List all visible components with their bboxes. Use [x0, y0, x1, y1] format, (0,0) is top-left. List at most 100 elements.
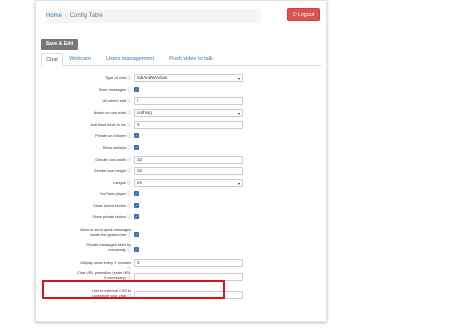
- field-label: Show rooms button ⓘ: [93, 203, 131, 209]
- checkbox[interactable]: ✓: [134, 214, 139, 219]
- form-row-url-where-edit: Url where edit ⓘ /: [36, 97, 326, 106]
- text-input[interactable]: 0: [134, 121, 243, 129]
- checkbox-wrapper: ✓: [134, 191, 139, 196]
- field-label-text: Anti flood timer in ms: [90, 123, 126, 127]
- field-label-text: Chat URL protection (enter URL if necess…: [77, 271, 131, 280]
- checkbox-wrapper: ✓: [134, 87, 139, 92]
- form-row-action-on-rule-exist: Action on rule exist ⓘ nothing ▾: [36, 109, 326, 118]
- logout-button[interactable]: ⏻Logout: [287, 8, 320, 21]
- breadcrumb-separator: /: [65, 13, 67, 19]
- question-circle-icon[interactable]: ⓘ: [126, 203, 131, 208]
- question-circle-icon[interactable]: ⓘ: [126, 110, 131, 115]
- checkbox-wrapper: ✓: [134, 203, 139, 208]
- form-row-gender-icon-width: Gender icon width ⓘ 32: [36, 156, 326, 165]
- form-row-youtube-player: YouTube player ⓘ ✓: [36, 190, 326, 199]
- tab-webcam[interactable]: Webcam: [65, 53, 95, 65]
- checkbox[interactable]: ✓: [134, 203, 139, 208]
- tab-chat[interactable]: Chat: [41, 53, 63, 66]
- question-circle-icon[interactable]: ⓘ: [126, 232, 131, 237]
- field-label-text: Gender icon width: [95, 158, 126, 162]
- question-circle-icon[interactable]: ⓘ: [126, 133, 131, 138]
- question-circle-icon[interactable]: ⓘ: [126, 157, 131, 162]
- select-field[interactable]: tabAndWindow ▾: [134, 74, 243, 82]
- tab-bar: Chat Webcam Users management Push video …: [41, 53, 321, 66]
- select-wrapper: tabAndWindow ▾: [134, 74, 243, 82]
- tab-users-management[interactable]: Users management: [100, 53, 160, 65]
- checkbox-wrapper: ✓: [134, 145, 139, 150]
- field-label: Type of chat ⓘ: [105, 75, 131, 81]
- checkbox[interactable]: ✓: [134, 145, 139, 150]
- question-circle-icon[interactable]: ⓘ: [126, 87, 131, 92]
- breadcrumb-home-link[interactable]: Home: [46, 13, 62, 19]
- field-value: tabAndWindow: [137, 75, 168, 80]
- question-circle-icon[interactable]: ⓘ: [126, 214, 131, 219]
- field-label: Anti flood timer in ms ⓘ: [90, 122, 131, 128]
- field-label-text: YouTube player: [99, 192, 126, 196]
- question-circle-icon[interactable]: ⓘ: [126, 145, 131, 150]
- select-field[interactable]: en ▾: [134, 179, 243, 187]
- question-circle-icon[interactable]: ⓘ: [126, 180, 131, 185]
- question-circle-icon[interactable]: ⓘ: [127, 265, 131, 270]
- text-input[interactable]: /: [134, 97, 243, 105]
- field-label-text: Private messages seen by everybody: [86, 243, 131, 252]
- field-label-text: Url where edit: [102, 99, 126, 103]
- field-value: en: [137, 180, 143, 185]
- field-label: Private messages seen by everybody ⓘ: [76, 243, 131, 252]
- form-row-show-smileys: Show smileys ⓘ ✓: [36, 144, 326, 153]
- form-row-anti-flood-timer-in-ms: Anti flood timer in ms ⓘ 0: [36, 121, 326, 130]
- form-row-private-messages-seen-by-everybody: Private messages seen by everybody ⓘ ✓: [36, 243, 326, 256]
- checkbox[interactable]: ✓: [134, 232, 139, 237]
- input-wrapper: 0: [134, 121, 243, 129]
- question-circle-icon[interactable]: ⓘ: [126, 247, 131, 252]
- question-circle-icon[interactable]: ⓘ: [126, 191, 131, 196]
- checkbox[interactable]: ✓: [134, 133, 139, 138]
- logout-label: Logout: [297, 12, 315, 18]
- field-label: Url where edit ⓘ: [102, 98, 131, 104]
- checkbox-wrapper: ✓: [134, 133, 139, 138]
- checkmark-icon: ✓: [134, 145, 139, 150]
- input-wrapper: 32: [134, 167, 243, 175]
- text-input[interactable]: 3: [134, 259, 243, 267]
- field-value: 32: [137, 168, 143, 173]
- power-icon: ⏻: [292, 12, 297, 18]
- select-field[interactable]: nothing ▾: [134, 109, 243, 117]
- checkmark-icon: ✓: [134, 247, 139, 252]
- checkbox-wrapper: ✓: [134, 214, 139, 219]
- text-input[interactable]: 32: [134, 156, 243, 164]
- select-wrapper: en ▾: [134, 179, 243, 187]
- field-label: Allow to send quick messages inside the …: [76, 228, 131, 237]
- question-circle-icon[interactable]: ⓘ: [126, 98, 131, 103]
- save-edit-button[interactable]: Save & Edit: [41, 39, 78, 50]
- input-wrapper: 3: [134, 259, 243, 267]
- checkbox-wrapper: ✓: [134, 232, 139, 237]
- form-row-show-private-button: Show private button ⓘ ✓: [36, 213, 326, 222]
- caret-down-icon: ▾: [237, 111, 240, 116]
- text-input[interactable]: 32: [134, 167, 243, 175]
- checkmark-icon: ✓: [134, 133, 139, 138]
- field-label: YouTube player ⓘ: [99, 191, 131, 197]
- input-wrapper: 32: [134, 156, 243, 164]
- field-label-text: Langue: [113, 181, 126, 185]
- checkbox[interactable]: ✓: [134, 87, 139, 92]
- checkbox[interactable]: ✓: [134, 191, 139, 196]
- field-label: Private on rollover ⓘ: [95, 133, 131, 139]
- checkmark-icon: ✓: [134, 87, 139, 92]
- caret-down-icon: ▾: [237, 181, 240, 186]
- field-label-text: Display news every X minutes: [80, 261, 131, 265]
- checkbox[interactable]: ✓: [134, 247, 139, 252]
- input-wrapper: /: [134, 97, 243, 105]
- question-circle-icon[interactable]: ⓘ: [126, 168, 131, 173]
- question-circle-icon[interactable]: ⓘ: [126, 75, 131, 80]
- checkmark-icon: ✓: [134, 191, 139, 196]
- field-label: Show smileys ⓘ: [103, 145, 131, 151]
- tab-push-video-to-talk[interactable]: Push video to talk: [163, 53, 219, 65]
- select-wrapper: nothing ▾: [134, 109, 243, 117]
- field-label: Gender icon width ⓘ: [95, 157, 131, 163]
- field-label-text: Show rooms button: [93, 204, 126, 208]
- question-circle-icon[interactable]: ⓘ: [126, 122, 131, 127]
- form-row-langue: Langue ⓘ en ▾: [36, 179, 326, 188]
- form-row-type-of-chat: Type of chat ⓘ tabAndWindow ▾: [36, 74, 326, 83]
- question-circle-icon[interactable]: ⓘ: [126, 275, 131, 280]
- form-row-save-messages: Save messages ⓘ ✓: [36, 86, 326, 95]
- breadcrumb: Home / Config Table: [46, 9, 261, 23]
